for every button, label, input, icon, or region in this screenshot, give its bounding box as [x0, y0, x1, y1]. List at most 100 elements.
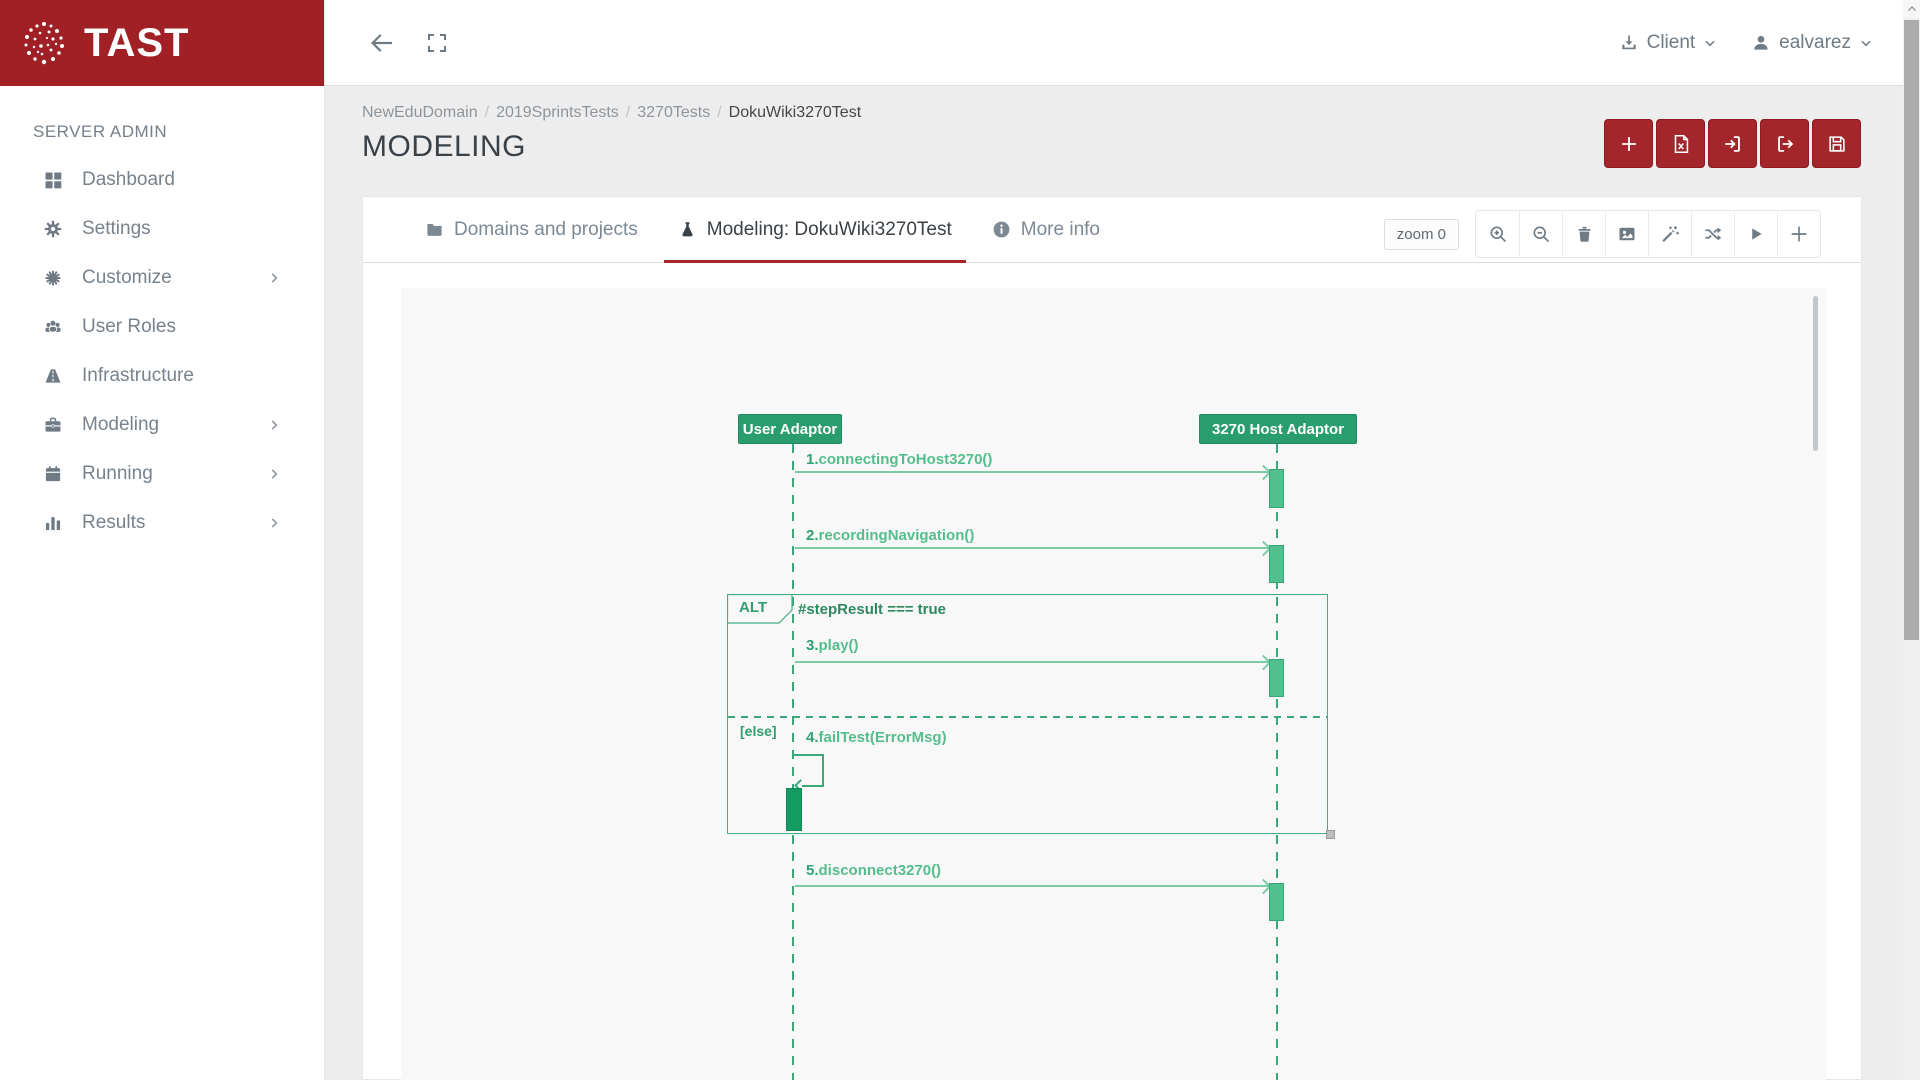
message-4-label[interactable]: 4.failTest(ErrorMsg)	[806, 729, 947, 746]
chevron-down-icon	[1859, 36, 1873, 50]
fragment-guard: #stepResult === true	[798, 601, 946, 618]
play-button[interactable]	[1734, 211, 1777, 257]
sidebar-item-infrastructure[interactable]: Infrastructure	[0, 352, 325, 400]
sidebar-item-label: Settings	[82, 218, 151, 239]
chevron-right-icon	[267, 467, 281, 481]
modeling-card: Domains and projects Modeling: DokuWiki3…	[362, 196, 1862, 1080]
activation-bar	[1269, 469, 1284, 508]
download-icon	[1619, 33, 1639, 53]
user-menu[interactable]: ealvarez	[1751, 32, 1873, 54]
scroll-up-icon[interactable]	[1903, 0, 1920, 18]
tab-label: More info	[1020, 218, 1100, 240]
page-title: MODELING	[362, 130, 527, 163]
sidebar-item-settings[interactable]: Settings	[0, 205, 325, 253]
topbar: Client ealvarez	[325, 0, 1903, 86]
export-button[interactable]	[1760, 119, 1809, 168]
activation-bar	[1269, 883, 1284, 921]
brand-header[interactable]: TAST	[0, 0, 324, 86]
message-name: connectingToHost3270()	[818, 451, 993, 468]
fragment-else-guard: [else]	[740, 723, 777, 739]
road-icon	[40, 366, 66, 386]
add-element-button[interactable]	[1777, 211, 1820, 257]
sidebar-item-results[interactable]: Results	[0, 499, 325, 547]
username-label: ealvarez	[1779, 32, 1851, 53]
sidebar-item-label: Infrastructure	[82, 365, 194, 386]
save-button[interactable]	[1812, 119, 1861, 168]
tab-domains-and-projects[interactable]: Domains and projects	[411, 197, 652, 262]
fragment-resize-handle[interactable]	[1326, 830, 1335, 839]
tab-modeling[interactable]: Modeling: DokuWiki3270Test	[663, 197, 966, 263]
sidebar-item-label: User Roles	[82, 316, 176, 337]
diagram-canvas[interactable]: User Adaptor 3270 Host Adaptor 1.connect…	[401, 288, 1826, 1080]
breadcrumb-separator: /	[484, 104, 490, 121]
canvas-scrollbar-thumb[interactable]	[1813, 296, 1818, 451]
message-1-label[interactable]: 1.connectingToHost3270()	[806, 451, 992, 468]
message-name: failTest(ErrorMsg)	[818, 729, 947, 746]
sidebar-item-modeling[interactable]: Modeling	[0, 401, 325, 449]
sidebar-item-label: Running	[82, 463, 153, 484]
tab-label: Modeling: DokuWiki3270Test	[706, 218, 952, 240]
message-3-arrow[interactable]	[795, 661, 1269, 663]
sign-in-icon	[1722, 133, 1744, 155]
magic-wand-button[interactable]	[1648, 211, 1691, 257]
user-icon	[1751, 33, 1771, 53]
breadcrumb-link[interactable]: NewEduDomain	[362, 104, 478, 121]
sidebar-item-running[interactable]: Running	[0, 450, 325, 498]
diagram-toolbar-group	[1475, 210, 1821, 258]
image-button[interactable]	[1605, 211, 1648, 257]
self-message-line	[822, 754, 824, 787]
message-number: 3.	[806, 637, 819, 654]
page-scrollbar[interactable]	[1903, 0, 1920, 1080]
actor-label: User Adaptor	[742, 420, 838, 438]
sidebar: TAST SERVER ADMIN Dashboard Settings Cus…	[0, 0, 325, 1080]
flask-icon	[678, 220, 697, 239]
zoom-in-button[interactable]	[1476, 211, 1519, 257]
message-number: 4.	[806, 729, 819, 746]
zoom-level-badge: zoom 0	[1383, 218, 1459, 250]
breadcrumb: NewEduDomain / 2019SprintsTests / 3270Tests /…	[362, 104, 861, 122]
message-name: disconnect3270()	[818, 862, 942, 879]
back-button[interactable]	[367, 28, 397, 58]
message-2-label[interactable]: 2.recordingNavigation()	[806, 527, 974, 544]
message-1-arrow[interactable]	[795, 471, 1269, 473]
message-2-arrow[interactable]	[795, 547, 1269, 549]
delete-button[interactable]	[1562, 211, 1605, 257]
zoom-out-button[interactable]	[1519, 211, 1562, 257]
fragment-divider	[728, 716, 1327, 718]
brand-logo-icon	[20, 19, 68, 67]
folder-icon	[425, 220, 444, 239]
client-label: Client	[1646, 32, 1696, 53]
breadcrumb-separator: /	[625, 104, 631, 121]
export-excel-button[interactable]	[1656, 119, 1705, 168]
sidebar-item-customize[interactable]: Customize	[0, 254, 325, 302]
action-buttons	[1604, 119, 1861, 168]
actor-host-adaptor[interactable]: 3270 Host Adaptor	[1199, 414, 1357, 444]
users-icon	[40, 317, 66, 337]
chevron-right-icon	[267, 418, 281, 432]
calendar-icon	[40, 464, 66, 484]
cog-burst-icon	[40, 268, 66, 288]
message-5-arrow[interactable]	[795, 885, 1269, 887]
chevron-right-icon	[267, 271, 281, 285]
client-menu[interactable]: Client	[1619, 32, 1718, 54]
message-5-label[interactable]: 5.disconnect3270()	[806, 862, 941, 879]
message-number: 2.	[806, 527, 819, 544]
actor-user-adaptor[interactable]: User Adaptor	[738, 414, 842, 444]
self-message-line[interactable]	[794, 754, 824, 756]
breadcrumb-link[interactable]: 3270Tests	[637, 104, 710, 121]
gear-icon	[40, 219, 66, 239]
import-button[interactable]	[1708, 119, 1757, 168]
sidebar-item-user-roles[interactable]: User Roles	[0, 303, 325, 351]
breadcrumb-link[interactable]: 2019SprintsTests	[496, 104, 619, 121]
alt-fragment[interactable]: ALT #stepResult === true [else]	[727, 594, 1328, 834]
actor-label: 3270 Host Adaptor	[1212, 420, 1344, 438]
sidebar-item-dashboard[interactable]: Dashboard	[0, 156, 325, 204]
message-3-label[interactable]: 3.play()	[806, 637, 859, 654]
add-button[interactable]	[1604, 119, 1653, 168]
tab-more-info[interactable]: More info	[978, 197, 1114, 262]
shuffle-button[interactable]	[1691, 211, 1734, 257]
sidebar-item-label: Modeling	[82, 414, 160, 435]
page-scrollbar-thumb[interactable]	[1904, 20, 1919, 640]
fullscreen-button[interactable]	[425, 31, 449, 55]
file-excel-icon	[1670, 133, 1692, 155]
